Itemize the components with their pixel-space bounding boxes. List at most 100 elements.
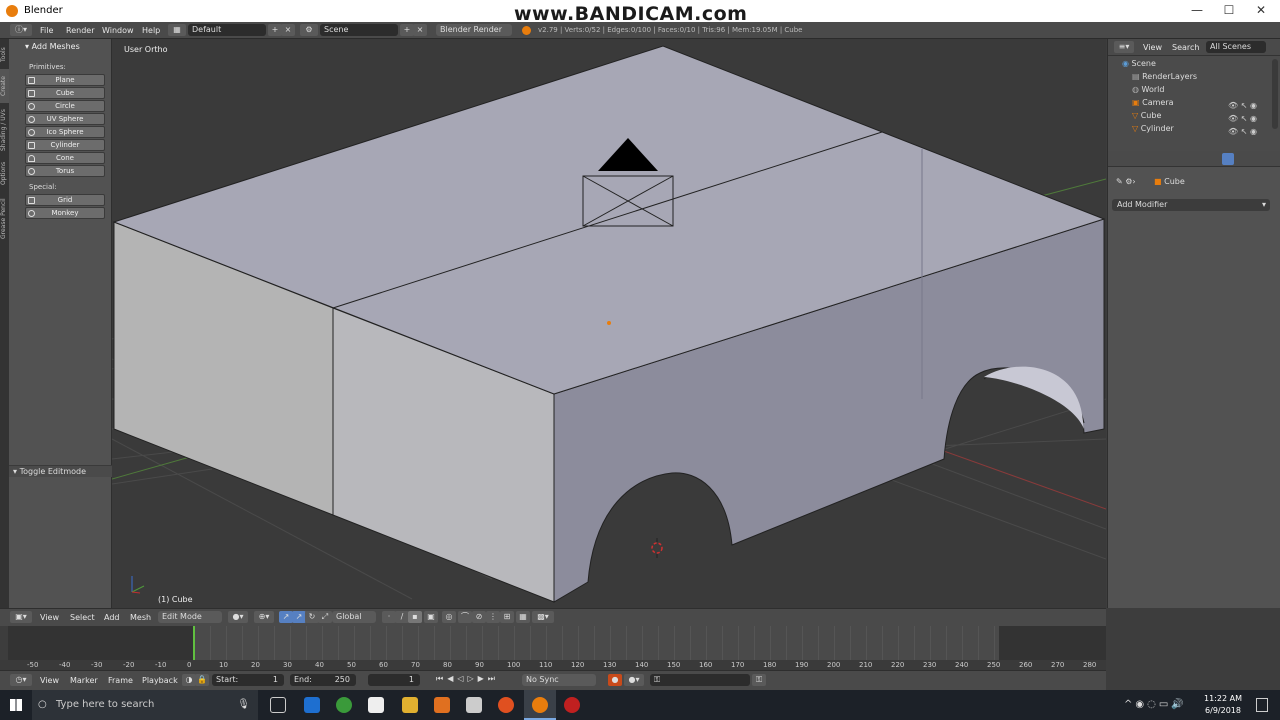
add-monkey-button[interactable]: Monkey (25, 207, 105, 219)
outliner-item-cube[interactable]: ▽ Cube (1132, 111, 1161, 120)
add-grid-button[interactable]: Grid (25, 194, 105, 206)
menu-view[interactable]: View (40, 613, 59, 622)
timeline-playback-menu[interactable]: Playback (142, 676, 178, 685)
bandicam-icon[interactable] (564, 697, 580, 713)
tab-tools[interactable]: Tools (0, 43, 9, 67)
add-layout-icon[interactable]: + (268, 24, 282, 36)
add-scene-icon[interactable]: + (400, 24, 414, 36)
current-frame-field[interactable]: 1 (368, 674, 420, 686)
layout-icon[interactable]: ▦ (168, 24, 186, 36)
sublime-icon[interactable] (434, 697, 450, 713)
timeline-view-menu[interactable]: View (40, 676, 59, 685)
maximize-icon[interactable]: ☐ (1214, 3, 1244, 19)
add-circle-button[interactable]: Circle (25, 100, 105, 112)
3d-viewport[interactable]: User Ortho (1) Cube (112, 39, 1106, 608)
add-plane-button[interactable]: Plane (25, 74, 105, 86)
mode-select[interactable]: Edit Mode (158, 611, 222, 623)
blender-taskbar-button[interactable] (524, 690, 556, 720)
start-frame-field[interactable]: Start: 1 (212, 674, 284, 686)
layout-field[interactable]: Default (188, 24, 266, 36)
xbox-icon[interactable] (336, 697, 352, 713)
add-ico-sphere-button[interactable]: Ico Sphere (25, 126, 105, 138)
editor-type-icon[interactable]: ◷▾ (10, 674, 32, 686)
timeline-marker-menu[interactable]: Marker (70, 676, 98, 685)
current-frame-indicator[interactable] (193, 626, 195, 660)
add-uv-sphere-button[interactable]: UV Sphere (25, 113, 105, 125)
edge-browser-icon[interactable] (304, 697, 320, 713)
tab-shading-uvs[interactable]: Shading / UVs (0, 105, 9, 155)
preview-range-icon[interactable]: ◑ (182, 674, 196, 686)
minimize-icon[interactable]: — (1182, 3, 1212, 19)
keying-icon[interactable]: ●▾ (624, 674, 644, 686)
edge-select-icon[interactable]: / (395, 611, 409, 623)
shading-icon[interactable]: ●▾ (228, 611, 248, 623)
task-view-icon[interactable] (270, 697, 286, 713)
add-modifier-select[interactable]: Add Modifier ▾ (1112, 199, 1270, 211)
manipulator-icon[interactable]: ↗ (279, 611, 293, 623)
outliner-filter-select[interactable]: All Scenes (1206, 41, 1266, 53)
menu-help[interactable]: Help (142, 26, 160, 35)
outliner-editor-icon[interactable]: ≡▾ (1114, 41, 1134, 53)
visibility-toggles[interactable]: 👁 ↖ ◉ 👁 ↖ ◉ 👁 ↖ ◉ (1228, 99, 1268, 139)
scene-field[interactable]: Scene (320, 24, 398, 36)
clock-time[interactable]: 11:22 AM (1200, 694, 1246, 703)
scale-icon[interactable]: ⤢ (318, 611, 332, 623)
record-icon[interactable]: ● (608, 674, 622, 686)
pin-icon[interactable]: ✎ ⚙› (1116, 177, 1136, 186)
system-tray-icons[interactable]: ^◉◌▭🔊 (1124, 699, 1187, 710)
notifications-icon[interactable] (1256, 698, 1268, 712)
add-torus-button[interactable]: Torus (25, 165, 105, 177)
menu-render[interactable]: Render (66, 26, 94, 35)
timeline[interactable]: -50 -40 -30 -20 -10 0 10 20 30 40 50 60 70 80 90 100 110… (0, 626, 1106, 670)
add-cylinder-button[interactable]: Cylinder (25, 139, 105, 151)
sync-select[interactable]: No Sync (522, 674, 596, 686)
outliner-search-menu[interactable]: Search (1172, 43, 1199, 52)
scene-icon[interactable]: ⚙ (300, 24, 318, 36)
store-icon[interactable] (368, 697, 384, 713)
editor-type-icon[interactable]: ▣▾ (10, 611, 32, 623)
timeline-frame-menu[interactable]: Frame (108, 676, 133, 685)
render-engine-select[interactable]: Blender Render (436, 24, 512, 36)
windows-start-icon[interactable] (10, 699, 22, 711)
outliner-item-renderlayers[interactable]: ▤ RenderLayers (1132, 72, 1197, 81)
menu-file[interactable]: File (40, 26, 53, 35)
close-icon[interactable]: ✕ (1246, 3, 1276, 19)
3d-cursor-icon[interactable] (651, 542, 663, 554)
people-icon[interactable] (466, 697, 482, 713)
outliner-item-world[interactable]: ◍ World (1132, 85, 1164, 94)
menu-window[interactable]: Window (102, 26, 134, 35)
orientation-select[interactable]: Global (332, 611, 376, 623)
microphone-icon[interactable]: 🎙 (237, 690, 250, 720)
end-frame-field[interactable]: End: 250 (290, 674, 356, 686)
menu-select[interactable]: Select (70, 613, 95, 622)
clock-date[interactable]: 6/9/2018 (1200, 706, 1246, 715)
pivot-icon[interactable]: ⊕▾ (254, 611, 274, 623)
properties-tabs[interactable] (1108, 151, 1280, 167)
translate-icon[interactable]: ↗ (292, 611, 306, 623)
playback-controls[interactable]: ⏮◀◁▷▶⏭ (436, 674, 516, 686)
tab-options[interactable]: Options (0, 157, 9, 189)
insert-keyframe-icon[interactable]: ⚿ (752, 674, 766, 686)
menu-mesh[interactable]: Mesh (130, 613, 151, 622)
tab-grease-pencil[interactable]: Grease Pencil (0, 191, 9, 247)
vertex-select-icon[interactable]: · (382, 611, 396, 623)
firefox-icon[interactable] (498, 697, 514, 713)
proportional-falloff-icon[interactable]: ⌒ (458, 611, 472, 623)
taskbar-search[interactable]: ○ Type here to search 🎙 (32, 690, 258, 720)
outliner-item-scene[interactable]: ◉ Scene (1122, 59, 1156, 68)
tab-create[interactable]: Create (0, 69, 9, 103)
opengl-render-icon[interactable]: ▦ (516, 611, 530, 623)
render-animation-icon[interactable]: ▩▾ (532, 611, 554, 623)
outliner-item-cylinder[interactable]: ▽ Cylinder (1132, 124, 1174, 133)
add-cube-button[interactable]: Cube (25, 87, 105, 99)
toggle-editmode-panel[interactable]: ▾ Toggle Editmode (9, 465, 112, 477)
rotate-icon[interactable]: ↻ (305, 611, 319, 623)
outliner-view-menu[interactable]: View (1143, 43, 1162, 52)
file-explorer-icon[interactable] (402, 697, 418, 713)
add-meshes-header[interactable]: ▾ Add Meshes (25, 42, 80, 51)
proportional-icon[interactable]: ◎ (442, 611, 456, 623)
editor-type-icon[interactable]: ⓘ▾ (10, 24, 32, 36)
menu-add[interactable]: Add (104, 613, 120, 622)
lock-icon[interactable]: 🔒 (195, 674, 209, 686)
snap-target-icon[interactable]: ⊞ (500, 611, 514, 623)
